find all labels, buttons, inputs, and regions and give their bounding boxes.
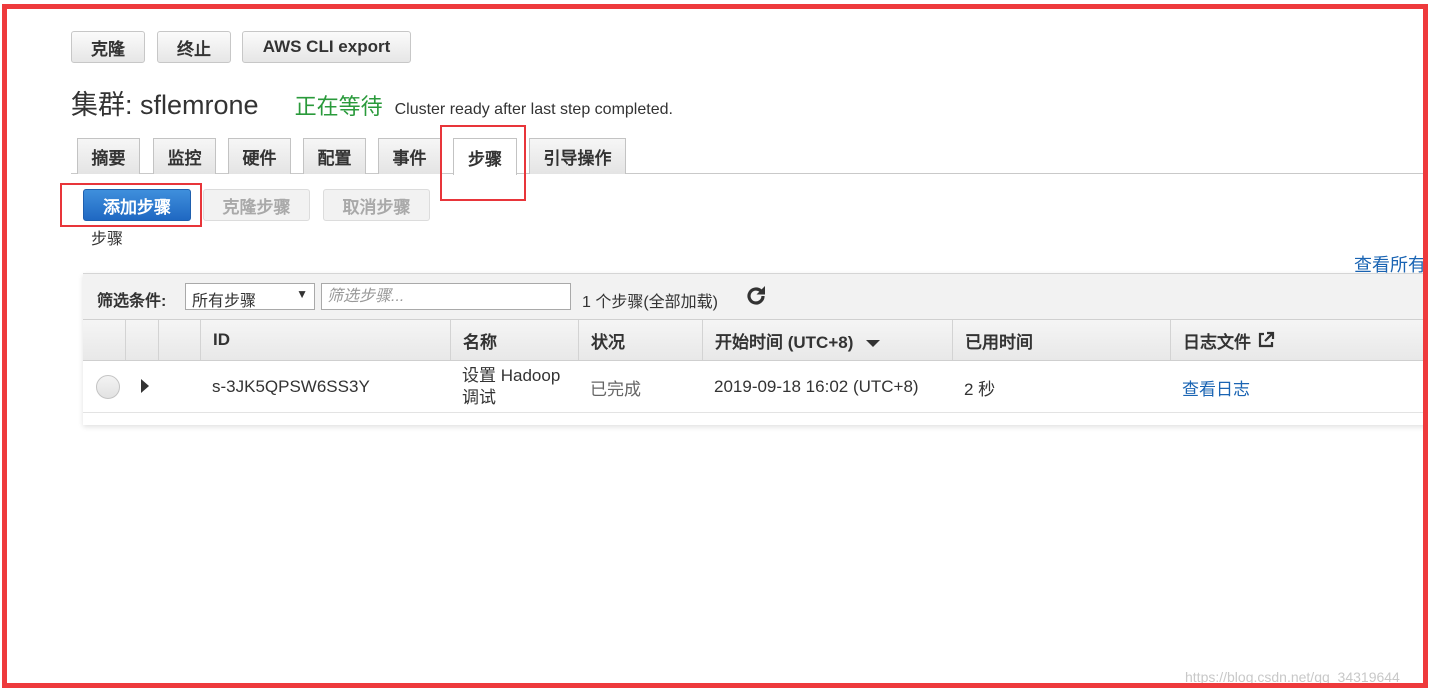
tab-configuration[interactable]: 配置 <box>303 138 366 174</box>
step-name-line1: 设置 Hadoop <box>462 366 561 385</box>
watermark: https://blog.csdn.net/qq_34319644 <box>1185 669 1400 685</box>
emr-cluster-page: 克隆 终止 AWS CLI export 集群: sflemrone 正在等待 … <box>7 9 1423 685</box>
column-header-status[interactable]: 状况 <box>578 320 702 360</box>
column-header-elapsed[interactable]: 已用时间 <box>952 320 1170 360</box>
column-header-id[interactable]: ID <box>200 320 450 360</box>
screenshot-frame: 克隆 终止 AWS CLI export 集群: sflemrone 正在等待 … <box>2 4 1428 688</box>
refresh-icon[interactable] <box>744 284 768 308</box>
external-link-icon <box>1258 331 1275 348</box>
steps-table-panel: 筛选条件: 所有步骤 ▼ 1 个步骤(全部加载) ID 名称 状况 开始时间 (… <box>83 273 1423 425</box>
table-row[interactable]: s-3JK5QPSW6SS3Y 设置 Hadoop 调试 已完成 2019-09… <box>83 361 1423 413</box>
column-header-logs[interactable]: 日志文件 <box>1170 320 1423 360</box>
clone-step-button[interactable]: 克隆步骤 <box>203 189 310 221</box>
step-name: 设置 Hadoop 调试 <box>462 361 572 413</box>
tab-summary[interactable]: 摘要 <box>77 138 140 174</box>
step-status: 已完成 <box>590 379 641 399</box>
step-count: 1 个步骤(全部加载) <box>582 294 719 311</box>
steps-section-label: 步骤 <box>91 231 124 248</box>
cluster-status-note: Cluster ready after last step completed. <box>394 101 673 118</box>
cancel-step-button[interactable]: 取消步骤 <box>323 189 430 221</box>
filter-select-value: 所有步骤 <box>192 293 257 310</box>
terminate-button[interactable]: 终止 <box>157 31 231 63</box>
filter-label: 筛选条件: <box>97 293 167 310</box>
tab-monitoring[interactable]: 监控 <box>153 138 216 174</box>
filter-bar: 筛选条件: 所有步骤 ▼ 1 个步骤(全部加载) <box>83 273 1423 319</box>
cluster-header: 集群: sflemrone 正在等待 Cluster ready after l… <box>71 83 673 123</box>
expand-column-header <box>125 320 158 360</box>
step-id: s-3JK5QPSW6SS3Y <box>212 377 370 396</box>
expand-arrow-icon[interactable] <box>141 379 149 393</box>
filter-steps-input[interactable] <box>321 283 571 310</box>
step-elapsed: 2 秒 <box>964 379 996 399</box>
select-arrow-icon: ▼ <box>296 287 308 301</box>
tab-events[interactable]: 事件 <box>378 138 441 174</box>
cluster-status: 正在等待 <box>294 94 383 119</box>
row-select-radio[interactable] <box>96 375 120 399</box>
step-name-line2: 调试 <box>462 388 496 407</box>
column-header-name[interactable]: 名称 <box>450 320 578 360</box>
add-step-highlight <box>60 183 202 227</box>
steps-tab-highlight <box>440 125 526 201</box>
table-header: ID 名称 状况 开始时间 (UTC+8) 已用时间 日志文件 <box>83 319 1423 361</box>
tab-bootstrap-actions[interactable]: 引导操作 <box>529 138 626 174</box>
aws-cli-export-button[interactable]: AWS CLI export <box>242 31 411 63</box>
start-time-header-label: 开始时间 (UTC+8) <box>715 332 854 352</box>
view-logs-link[interactable]: 查看日志 <box>1182 361 1250 413</box>
column-header-start-time[interactable]: 开始时间 (UTC+8) <box>702 320 952 360</box>
step-start-time: 2019-09-18 16:02 (UTC+8) <box>714 377 919 396</box>
tab-hardware[interactable]: 硬件 <box>228 138 291 174</box>
logs-header-label: 日志文件 <box>1183 332 1251 352</box>
sort-desc-icon <box>866 340 881 347</box>
clone-button[interactable]: 克隆 <box>71 31 145 63</box>
cluster-title: 集群: sflemrone <box>71 90 259 120</box>
filter-select[interactable]: 所有步骤 ▼ <box>185 283 315 310</box>
spacer-column-header <box>158 320 200 360</box>
select-column-header <box>83 320 125 360</box>
